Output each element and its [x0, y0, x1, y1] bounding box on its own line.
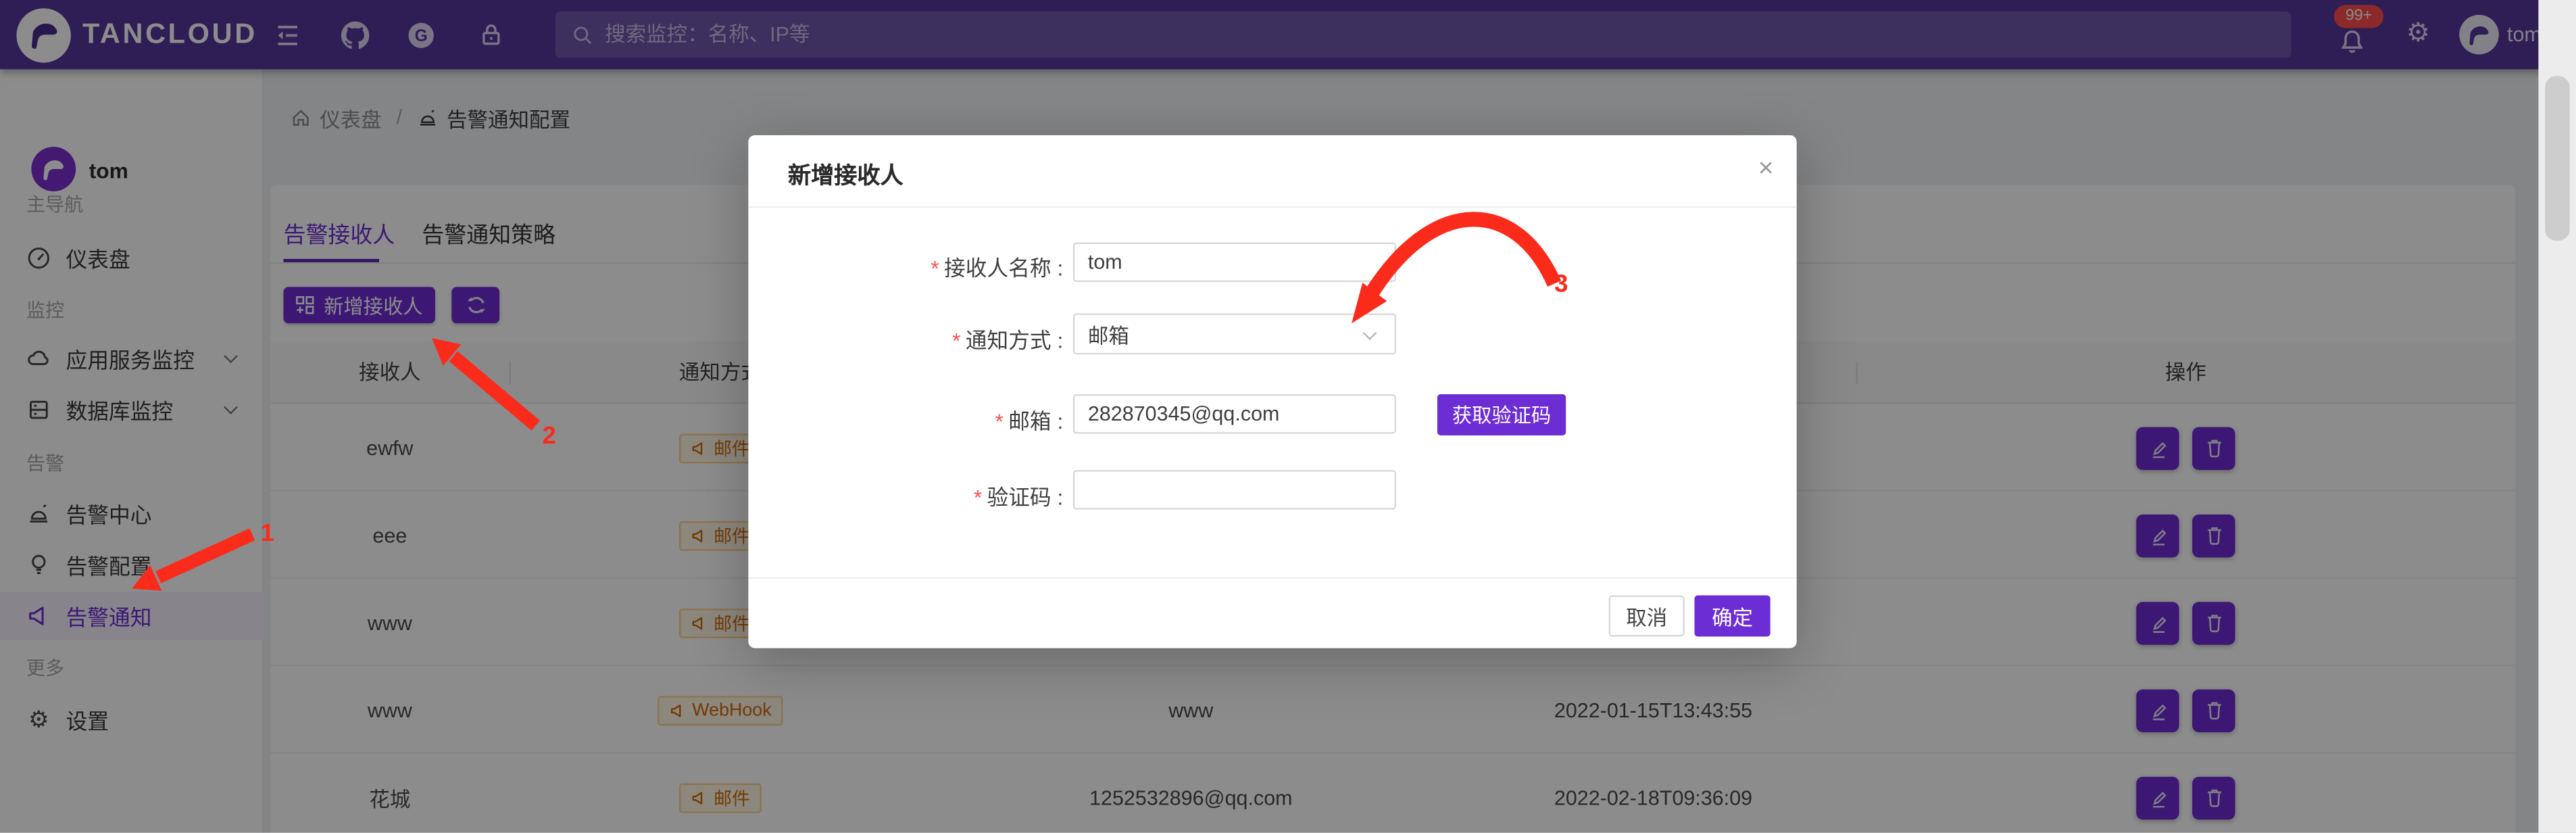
recipient-name-input[interactable] — [1073, 243, 1396, 283]
app-root: TANCLOUD G — [0, 0, 2576, 833]
ok-button[interactable]: 确定 — [1694, 596, 1770, 637]
required-asterisk: * — [952, 328, 960, 353]
page-scrollbar[interactable] — [2538, 0, 2576, 833]
verification-code-input[interactable] — [1073, 470, 1396, 510]
required-asterisk: * — [931, 256, 939, 281]
code-field-label: *验证码 : — [748, 480, 1063, 511]
get-verification-code-button[interactable]: 获取验证码 — [1437, 394, 1566, 435]
modal-footer: 取消 确定 — [748, 577, 1796, 648]
email-input[interactable] — [1073, 394, 1396, 434]
required-asterisk: * — [974, 485, 982, 510]
modal-header: 新增接收人 × — [748, 135, 1796, 208]
scrollbar-thumb[interactable] — [2545, 76, 2570, 241]
email-field-label: *邮箱 : — [748, 404, 1063, 435]
close-icon[interactable]: × — [1758, 153, 1774, 187]
add-recipient-modal: 新增接收人 × *接收人名称 : *通知方式 : 邮箱 *邮箱 : 获取验证码 … — [748, 135, 1796, 648]
modal-title: 新增接收人 — [788, 158, 903, 191]
notify-method-select[interactable]: 邮箱 — [1073, 313, 1396, 354]
chevron-down-icon — [1363, 326, 1377, 340]
method-field-label: *通知方式 : — [748, 323, 1063, 354]
name-field-label: *接收人名称 : — [748, 251, 1063, 282]
cancel-button[interactable]: 取消 — [1609, 596, 1685, 637]
required-asterisk: * — [995, 409, 1004, 434]
selected-method: 邮箱 — [1088, 318, 1129, 350]
